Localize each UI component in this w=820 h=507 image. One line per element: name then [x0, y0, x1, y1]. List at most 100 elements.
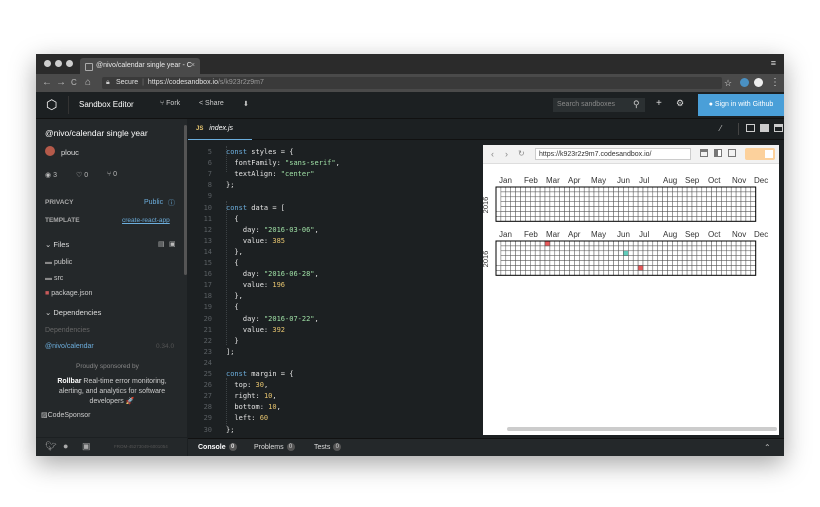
code-line: { — [226, 303, 239, 312]
url-input[interactable]: 🔒︎ Secure | https://codesandbox.io/s/k92… — [102, 77, 722, 89]
signin-github-button[interactable]: ● Sign in with Github — [698, 94, 784, 116]
search-icon[interactable]: ⚲ — [633, 99, 640, 110]
preview-scrollbar[interactable] — [507, 427, 777, 431]
tab-console[interactable]: Console 0 — [198, 439, 237, 456]
open-new-window-icon[interactable] — [728, 149, 736, 157]
add-icon[interactable]: + — [656, 98, 662, 109]
day-cell — [696, 270, 703, 276]
file-item-public[interactable]: ▬ public — [45, 259, 72, 266]
author-name[interactable]: plouc — [61, 148, 79, 157]
month-label: Aug — [663, 176, 677, 185]
day-cell — [740, 260, 747, 266]
day-cell — [711, 265, 717, 271]
file-item-src[interactable]: ▬ src — [45, 275, 63, 282]
minimize-window-button[interactable] — [55, 60, 62, 67]
preview-view-icon[interactable] — [774, 124, 783, 132]
file-item-package-json[interactable]: ■ package.json — [45, 290, 92, 297]
day-cell — [574, 265, 580, 271]
day-cell — [549, 260, 556, 266]
tab-problems[interactable]: Problems 0 — [254, 439, 295, 456]
profile-icon[interactable] — [754, 78, 763, 87]
codesponsor-image[interactable]: ▨CodeSponsor — [41, 411, 90, 419]
star-icon[interactable]: ☆ — [724, 76, 732, 90]
back-icon[interactable]: ← — [42, 76, 52, 90]
day-cell — [672, 240, 678, 247]
day-cell — [618, 201, 624, 207]
files-section-header[interactable]: ⌄ Files — [45, 240, 69, 249]
preview-url-input[interactable]: https://k923r2z9m7.codesandbox.io/ — [535, 148, 691, 160]
day-cell — [632, 245, 639, 252]
day-cell — [642, 196, 649, 202]
day-cell — [593, 186, 600, 193]
forward-icon[interactable]: → — [56, 76, 66, 90]
share-button[interactable]: < Share — [199, 100, 224, 107]
reload-icon[interactable]: C — [71, 76, 77, 90]
day-cell — [598, 255, 605, 261]
home-icon[interactable]: ⌂ — [85, 76, 91, 90]
day-cell — [574, 191, 580, 198]
day-cell — [510, 270, 516, 276]
preview-forward-icon[interactable]: › — [505, 148, 508, 160]
split-view-icon[interactable] — [760, 124, 769, 132]
day-cell — [613, 245, 619, 252]
discord-icon[interactable]: ▣ — [82, 441, 91, 452]
sidebar-footer: 🐦︎ ● ▣ FROM-45273049-6001054 — [36, 438, 187, 456]
day-cell — [662, 255, 668, 261]
day-cell — [721, 265, 727, 271]
privacy-value[interactable]: Public — [144, 199, 163, 206]
github-icon[interactable]: ● — [63, 441, 68, 451]
codesandbox-logo-icon[interactable]: ⬡ — [46, 98, 60, 112]
day-cell — [716, 240, 722, 247]
preview-toggle[interactable] — [745, 148, 775, 160]
collapse-panel-icon[interactable]: ⌃ — [764, 439, 771, 456]
prettify-icon[interactable]: ⁄ — [720, 124, 721, 133]
day-cell — [515, 245, 521, 252]
tab-index-js[interactable]: JS index.js — [188, 119, 252, 141]
day-cell — [544, 250, 551, 256]
close-window-button[interactable] — [44, 60, 51, 67]
dependency-name[interactable]: @nivo/calendar — [45, 343, 94, 350]
day-cell — [681, 201, 688, 207]
preview-back-icon[interactable]: ‹ — [491, 148, 494, 160]
day-cell — [564, 255, 570, 261]
editor-view-icon[interactable] — [746, 124, 755, 132]
day-cell — [662, 250, 668, 256]
day-cell — [544, 260, 551, 266]
help-icon[interactable]: ⓘ — [168, 198, 175, 208]
close-tab-icon[interactable]: × — [191, 58, 195, 74]
month-label: Dec — [754, 176, 768, 185]
sponsor-ad[interactable]: Rollbar Real-time error monitoring, aler… — [50, 377, 174, 407]
code-editor[interactable]: 5 const styles = {6 fontFamily: "sans-ser… — [188, 140, 484, 437]
day-cell — [530, 206, 536, 212]
day-cell — [549, 240, 556, 247]
preview-split-icon[interactable] — [714, 149, 722, 157]
browser-tab[interactable]: @nivo/calendar single year - C × — [80, 58, 200, 74]
day-cell — [696, 216, 703, 222]
new-folder-icon[interactable]: ▣ — [169, 240, 176, 248]
day-cell — [598, 245, 605, 252]
new-file-icon[interactable]: ▤ — [158, 240, 165, 248]
dependencies-section-header[interactable]: ⌄ Dependencies — [45, 308, 101, 317]
file-name: package.json — [51, 290, 93, 297]
extension-icon[interactable] — [740, 78, 749, 87]
avatar[interactable] — [45, 146, 55, 156]
twitter-icon[interactable]: 🐦︎ — [45, 441, 56, 452]
tab-tests[interactable]: Tests 0 — [314, 439, 342, 456]
template-link[interactable]: create-react-app — [122, 217, 170, 224]
settings-icon[interactable]: ⚙ — [676, 98, 684, 109]
day-cell — [549, 186, 556, 193]
sidebar-scrollbar[interactable] — [184, 125, 187, 275]
search-input[interactable]: Search sandboxes — [553, 98, 645, 112]
day-cell — [505, 196, 511, 202]
preview-reload-icon[interactable]: ↻ — [518, 148, 525, 160]
preview-console-icon[interactable] — [700, 149, 708, 157]
day-cell — [579, 201, 585, 207]
month-label: Apr — [568, 176, 581, 185]
maximize-window-button[interactable] — [66, 60, 73, 67]
download-icon[interactable]: ⬇ — [243, 100, 249, 108]
day-cell — [579, 191, 585, 198]
browser-menu-icon[interactable]: ⋮ — [770, 76, 780, 90]
day-cell — [637, 255, 644, 261]
fork-button[interactable]: ⑂ Fork — [160, 100, 180, 107]
day-cell — [691, 211, 698, 217]
